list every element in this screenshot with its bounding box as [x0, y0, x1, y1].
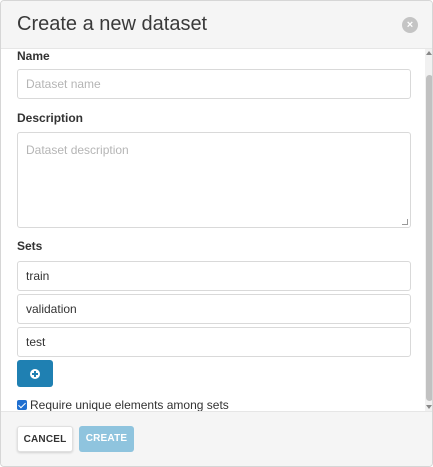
dialog-scrollbar[interactable]: [425, 49, 432, 411]
description-placeholder: Dataset description: [26, 143, 129, 157]
dialog-title: Create a new dataset: [17, 13, 208, 35]
create-dataset-dialog: Create a new dataset × Name Dataset name…: [0, 0, 433, 467]
scrollbar-thumb[interactable]: [426, 75, 432, 401]
add-set-button[interactable]: [17, 360, 53, 387]
dialog-footer: CANCEL CREATE: [1, 411, 432, 466]
name-input[interactable]: Dataset name: [17, 69, 411, 99]
set-input-test[interactable]: test: [17, 327, 411, 357]
description-textarea[interactable]: Dataset description: [17, 132, 411, 228]
resize-grip-icon[interactable]: [402, 219, 408, 225]
set-input-train[interactable]: train: [17, 261, 411, 291]
plus-circle-icon: [30, 369, 40, 379]
dialog-body: Name Dataset name Description Dataset de…: [1, 49, 425, 411]
unique-elements-label: Require unique elements among sets: [30, 398, 229, 411]
set-input-validation[interactable]: validation: [17, 294, 411, 324]
description-label: Description: [17, 111, 84, 125]
scroll-up-arrow-icon[interactable]: [426, 51, 432, 55]
sets-label: Sets: [17, 239, 43, 253]
dialog-header: Create a new dataset ×: [1, 1, 432, 49]
unique-elements-checkbox[interactable]: [17, 400, 27, 410]
close-icon[interactable]: ×: [402, 17, 418, 33]
cancel-button[interactable]: CANCEL: [17, 426, 73, 452]
scroll-down-arrow-icon[interactable]: [426, 405, 432, 409]
name-label: Name: [17, 49, 50, 63]
create-button[interactable]: CREATE: [79, 426, 134, 452]
